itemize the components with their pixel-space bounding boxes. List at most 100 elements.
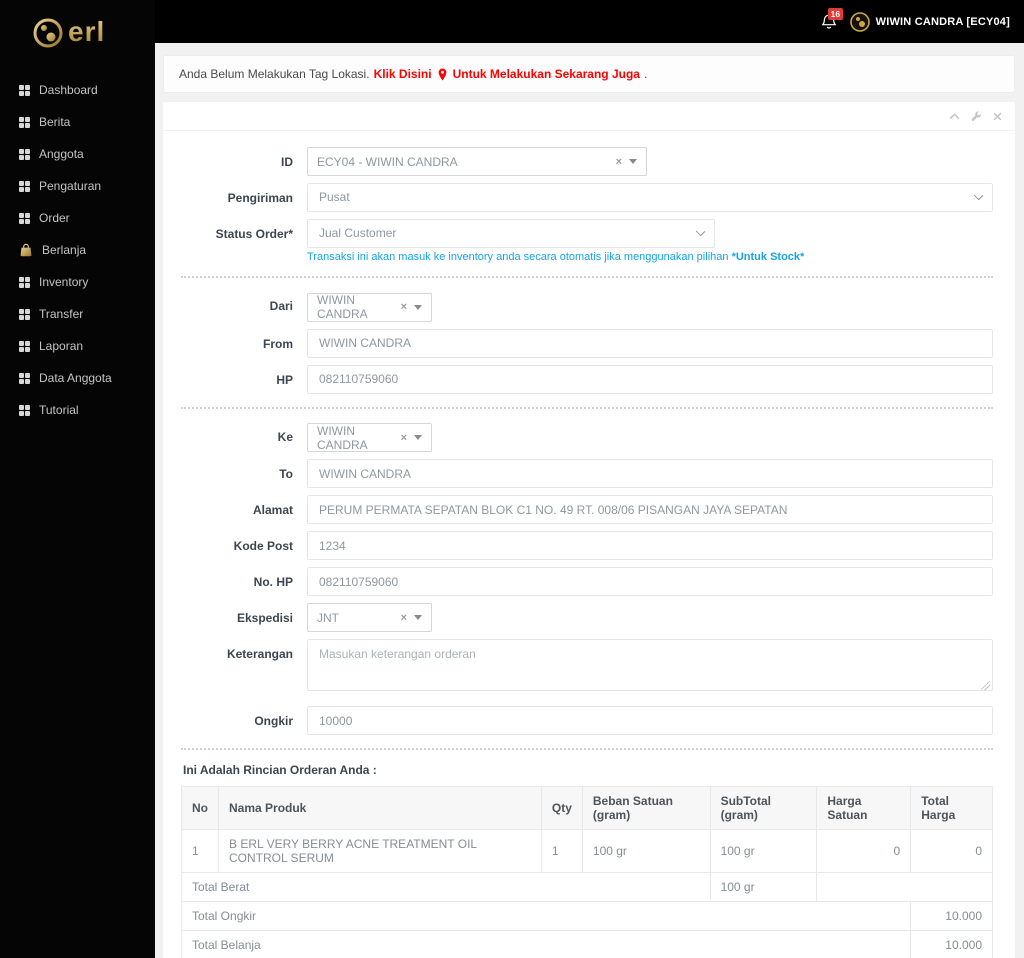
total-ongkir-row: Total Ongkir 10.000	[180, 901, 993, 931]
alert-text: Anda Belum Melakukan Tag Lokasi.	[179, 67, 370, 81]
sidebar-item-label: Berlanja	[42, 243, 87, 257]
ke-select-value: WIWIN CANDRA	[317, 423, 368, 452]
grid-icon	[19, 340, 30, 352]
dari-select[interactable]: WIWIN CANDRA ×	[307, 292, 432, 322]
sidebar-item-transfer[interactable]: Transfer	[0, 298, 155, 330]
app-root: erl Dashboard Berita Anggota Pengaturan …	[0, 0, 1024, 958]
grid-icon	[19, 84, 30, 96]
alamat-input[interactable]	[307, 495, 993, 524]
status-order-help: Transaksi ini akan masuk ke inventory an…	[307, 251, 805, 263]
ke-label: Ke	[277, 429, 293, 444]
col-header-nama-produk: Nama Produk	[218, 786, 542, 830]
panel-settings-button[interactable]	[971, 111, 982, 122]
logo-text: erl	[68, 16, 106, 47]
clear-selection-icon[interactable]: ×	[401, 612, 407, 624]
total-belanja-row: Total Belanja 10.000	[180, 930, 993, 958]
to-input[interactable]	[307, 459, 993, 488]
alert-link-2[interactable]: Untuk Melakukan Sekarang Juga	[453, 67, 640, 81]
grid-icon	[19, 404, 30, 416]
divider	[181, 406, 993, 409]
chevron-up-icon	[949, 112, 960, 119]
keterangan-label: Keterangan	[226, 647, 293, 661]
ekspedisi-select[interactable]: JNT ×	[307, 603, 432, 632]
cell-harga-satuan: 0	[816, 829, 912, 873]
shopping-bag-icon	[20, 243, 32, 257]
kode-post-input[interactable]	[307, 531, 993, 560]
notifications-button[interactable]: 16	[821, 7, 844, 31]
alert-link[interactable]: Klik Disini	[374, 67, 432, 81]
cell-nama-produk: B ERL VERY BERRY ACNE TREATMENT OIL CONT…	[218, 829, 542, 873]
ke-select[interactable]: WIWIN CANDRA ×	[307, 423, 432, 452]
cell-no: 1	[181, 829, 219, 873]
location-alert: Anda Belum Melakukan Tag Lokasi. Klik Di…	[163, 55, 1015, 93]
cell-qty: 1	[540, 829, 583, 873]
sidebar-item-data-anggota[interactable]: Data Anggota	[0, 362, 155, 394]
sidebar-item-order[interactable]: Order	[0, 202, 155, 234]
total-berat-label: Total Berat	[181, 872, 711, 902]
chevron-down-icon	[414, 435, 422, 440]
sidebar-item-label: Order	[39, 211, 70, 225]
sidebar-item-label: Berita	[39, 115, 71, 129]
grid-icon	[19, 308, 30, 320]
from-input[interactable]	[307, 328, 993, 358]
from-label: From	[263, 336, 293, 351]
pengiriman-select-value: Pusat	[307, 183, 993, 212]
keterangan-textarea[interactable]	[307, 639, 993, 691]
sidebar-item-pengaturan[interactable]: Pengaturan	[0, 170, 155, 202]
grid-icon	[19, 148, 30, 160]
col-header-total-harga: Total Harga	[910, 786, 993, 830]
clear-selection-icon[interactable]: ×	[401, 432, 407, 444]
berl-logo[interactable]: erl	[0, 0, 155, 66]
sidebar-item-label: Transfer	[39, 307, 84, 321]
cell-total-harga: 0	[910, 829, 993, 873]
map-pin-icon	[438, 67, 447, 81]
no-hp-input[interactable]	[307, 567, 993, 596]
close-panel-button[interactable]	[993, 112, 1002, 121]
hp-input[interactable]	[307, 364, 993, 394]
grid-icon	[19, 276, 30, 288]
order-summary-table: No Nama Produk Qty Beban Satuan (gram) S…	[180, 786, 993, 958]
sidebar-item-label: Inventory	[39, 275, 89, 289]
grid-icon	[19, 212, 30, 224]
sidebar-item-tutorial[interactable]: Tutorial	[0, 394, 155, 426]
ongkir-input[interactable]	[307, 706, 993, 735]
sidebar-item-berita[interactable]: Berita	[0, 106, 155, 138]
id-select[interactable]: ECY04 - WIWIN CANDRA ×	[307, 147, 647, 176]
sidebar-item-dashboard[interactable]: Dashboard	[0, 74, 155, 106]
chevron-down-icon	[414, 615, 422, 620]
sidebar-item-inventory[interactable]: Inventory	[0, 266, 155, 298]
sidebar-item-label: Anggota	[39, 147, 84, 161]
clear-selection-icon[interactable]: ×	[616, 156, 622, 168]
topbar: 16 WIWIN CANDRA [ECY04]	[155, 0, 1024, 43]
table-header-row: No Nama Produk Qty Beban Satuan (gram) S…	[181, 786, 993, 830]
avatar	[849, 11, 870, 32]
berl-logo-icon	[33, 18, 63, 48]
grid-icon	[19, 116, 30, 128]
wrench-icon	[971, 111, 982, 121]
resize-handle[interactable]	[981, 681, 990, 690]
id-label: ID	[281, 155, 293, 169]
sidebar-nav: Dashboard Berita Anggota Pengaturan Orde…	[0, 66, 155, 426]
pengiriman-label: Pengiriman	[227, 191, 293, 205]
sidebar-item-anggota[interactable]: Anggota	[0, 138, 155, 170]
no-hp-label: No. HP	[253, 575, 293, 589]
dari-label: Dari	[269, 299, 293, 313]
total-belanja-label: Total Belanja	[180, 930, 912, 958]
sidebar-item-laporan[interactable]: Laporan	[0, 330, 155, 362]
collapse-panel-button[interactable]	[949, 112, 960, 120]
user-menu[interactable]: WIWIN CANDRA [ECY04]	[849, 11, 1010, 32]
alert-suffix: .	[643, 67, 648, 81]
sidebar-item-label: Laporan	[39, 339, 84, 353]
sidebar-item-berlanja[interactable]: Berlanja	[0, 234, 155, 266]
dari-select-value: WIWIN CANDRA	[317, 293, 368, 321]
chevron-down-icon	[414, 304, 422, 310]
pengiriman-select[interactable]: Pusat	[307, 183, 993, 212]
status-order-select[interactable]: Jual Customer	[307, 219, 715, 248]
status-order-select-value: Jual Customer	[307, 219, 715, 248]
ekspedisi-select-value: JNT	[317, 610, 339, 625]
clear-selection-icon[interactable]: ×	[401, 301, 407, 313]
order-summary-title: Ini Adalah Rincian Orderan Anda :	[183, 763, 377, 777]
sidebar-item-label: Dashboard	[39, 83, 98, 97]
kode-post-label: Kode Post	[233, 539, 293, 553]
grid-icon	[19, 180, 30, 192]
